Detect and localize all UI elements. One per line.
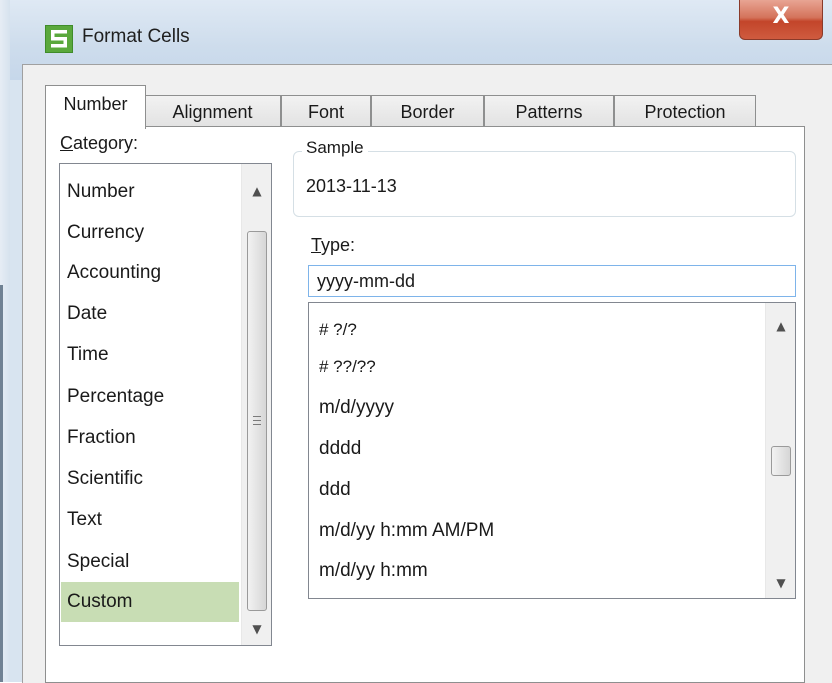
category-scrollbar[interactable]: ▲ ▼ [241,164,271,645]
category-label: Category: [60,133,139,153]
tab-number[interactable]: Number [45,85,146,129]
category-item-fraction[interactable]: Fraction [61,418,239,458]
window-title: Format Cells [82,26,190,47]
category-item-special[interactable]: Special [61,542,239,582]
close-icon: X [772,4,790,29]
category-item-time[interactable]: Time [61,335,239,375]
type-listbox[interactable]: # ?/? # ??/?? m/d/yyyy dddd ddd m/d/yy h… [308,302,796,599]
tab-font[interactable]: Font [281,95,371,127]
type-item[interactable]: m/d/yy h:mm AM/PM [319,512,494,550]
dialog-client-area: Alignment Font Border Patterns Protectio… [22,64,832,683]
sample-group: Sample 2013-11-13 [293,138,796,217]
category-item-custom[interactable]: Custom [61,582,239,622]
type-item[interactable]: # ?/? [319,311,357,349]
sample-label: Sample [302,138,368,158]
sample-value: 2013-11-13 [306,176,397,196]
scroll-down-arrow-icon[interactable]: ▼ [766,568,795,598]
category-item-percentage[interactable]: Percentage [61,377,239,417]
category-scroll-thumb[interactable] [247,231,267,611]
spreadsheet-app-icon [45,25,73,53]
scroll-down-arrow-icon[interactable]: ▼ [242,614,271,644]
category-item-accounting[interactable]: Accounting [61,253,239,293]
format-cells-window: Format Cells X Alignment Font Border Pat… [0,0,832,683]
category-item-date[interactable]: Date [61,294,239,334]
number-tab-panel: Category: Number Currency Accounting Dat… [45,126,805,683]
type-item[interactable]: m/d/yy h:mm [319,552,428,590]
tab-protection[interactable]: Protection [614,95,756,127]
scroll-up-arrow-icon[interactable]: ▲ [766,311,795,341]
category-item-currency[interactable]: Currency [61,213,239,253]
category-item-text[interactable]: Text [61,500,239,540]
type-item[interactable]: m/d/yyyy [319,389,394,427]
category-item-scientific[interactable]: Scientific [61,459,239,499]
type-item[interactable]: ddd [319,471,351,509]
type-scrollbar[interactable]: ▲ ▼ [765,303,795,598]
type-item[interactable]: dddd [319,430,361,468]
type-scroll-thumb[interactable] [771,446,791,476]
tab-alignment[interactable]: Alignment [144,95,281,127]
background-window-edge [0,0,10,682]
tab-patterns[interactable]: Patterns [484,95,614,127]
category-listbox[interactable]: Number Currency Accounting Date Time Per… [59,163,272,646]
category-item-number[interactable]: Number [61,172,239,212]
type-label: Type: [311,235,356,255]
type-input[interactable]: yyyy-mm-dd [308,265,796,297]
type-item[interactable]: # ??/?? [319,348,376,386]
close-button[interactable]: X [739,0,823,40]
scroll-up-arrow-icon[interactable]: ▲ [242,176,271,206]
tab-border[interactable]: Border [371,95,484,127]
